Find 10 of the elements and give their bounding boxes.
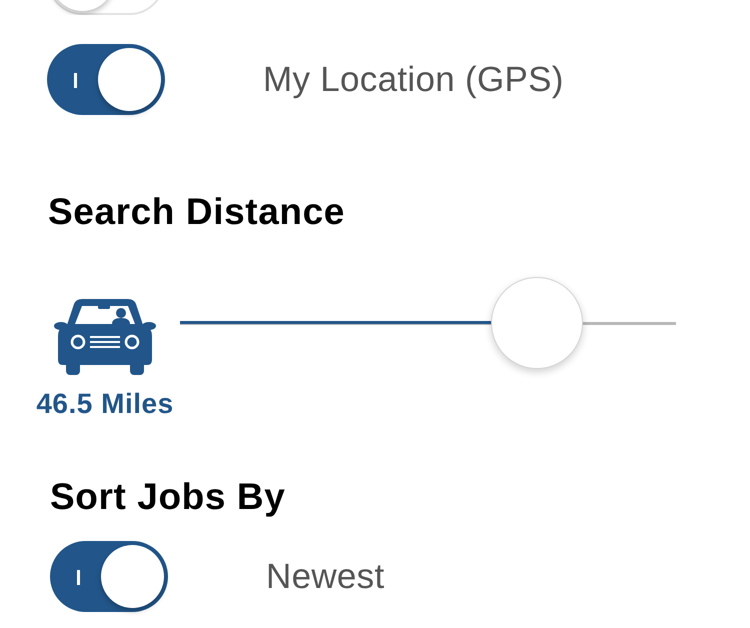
toggle-knob xyxy=(98,48,161,111)
distance-reading: 46.5 Miles xyxy=(36,389,174,419)
toggle-label: Newest xyxy=(266,559,385,594)
car-icon xyxy=(54,299,156,375)
on-mark-icon xyxy=(77,570,80,585)
section-heading: Search Distance xyxy=(48,190,345,234)
toggle-knob xyxy=(101,545,164,608)
on-mark-icon xyxy=(74,73,77,88)
toggle-label: My Location (GPS) xyxy=(263,62,564,97)
section-heading: Sort Jobs By xyxy=(50,475,286,519)
